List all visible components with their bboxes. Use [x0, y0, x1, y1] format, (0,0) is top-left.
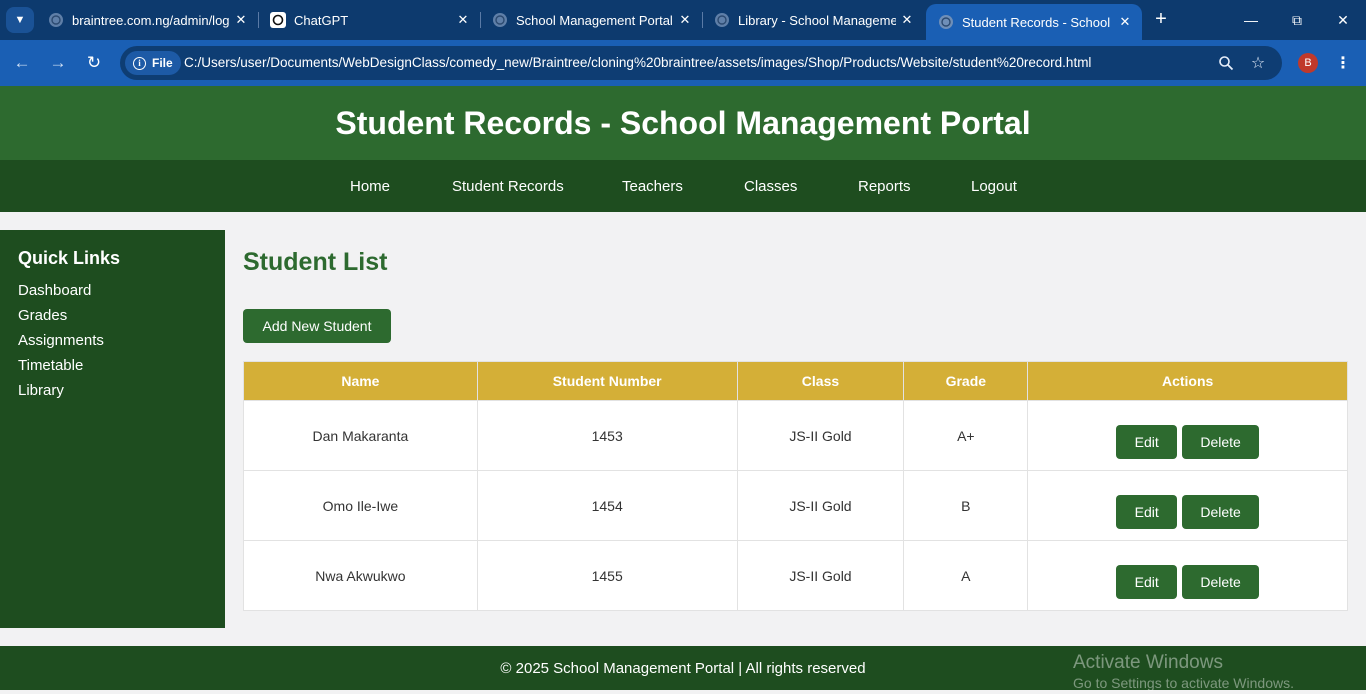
table-header-row: Name Student Number Class Grade Actions [243, 361, 1348, 401]
minimize-icon[interactable]: — [1228, 0, 1274, 40]
close-icon[interactable]: ✕ [452, 12, 474, 28]
chevron-down-icon: ▼ [14, 14, 26, 26]
sidebar-link-assignments[interactable]: Assignments [18, 332, 104, 357]
sidebar-link-grades[interactable]: Grades [18, 307, 104, 332]
close-icon[interactable]: ✕ [1114, 14, 1136, 30]
student-class: JS-II Gold [736, 540, 905, 611]
nav-logout[interactable]: Logout [971, 178, 1017, 195]
tab-title: Student Records - School Ma [962, 14, 1114, 30]
student-number: 1453 [476, 400, 738, 471]
windows-activation-watermark: Activate Windows Go to Settings to activ… [1073, 652, 1294, 692]
edit-button[interactable]: Edit [1116, 494, 1178, 529]
student-grade: A [903, 540, 1029, 611]
student-number: 1455 [476, 540, 738, 611]
column-header-class: Class [736, 361, 905, 401]
window-close-icon[interactable]: ✕ [1320, 0, 1366, 40]
bookmark-star-icon[interactable]: ☆ [1248, 53, 1268, 73]
student-name: Omo Ile-Iwe [243, 470, 478, 541]
sidebar-link-timetable[interactable]: Timetable [18, 357, 104, 382]
nav-teachers[interactable]: Teachers [622, 178, 683, 195]
section-title: Student List [243, 248, 388, 276]
globe-icon [48, 12, 64, 28]
tab-title: braintree.com.ng/admin/log [72, 12, 230, 28]
tab-title: Library - School Managemen [738, 12, 896, 28]
row-actions: Edit Delete [1027, 540, 1348, 611]
browser-tab-strip: ▼ braintree.com.ng/admin/log ✕ ChatGPT ✕… [0, 0, 1366, 40]
column-header-student-number: Student Number [476, 361, 738, 401]
address-bar[interactable]: i File C:/Users/user/Documents/WebDesign… [120, 46, 1282, 80]
watermark-subtitle: Go to Settings to activate Windows. [1073, 674, 1294, 691]
watermark-title: Activate Windows [1073, 652, 1223, 673]
edit-button[interactable]: Edit [1116, 424, 1178, 459]
restore-icon[interactable]: ⧉ [1274, 0, 1320, 40]
sidebar-title: Quick Links [18, 248, 121, 268]
reload-icon[interactable]: ↻ [82, 51, 106, 75]
row-actions: Edit Delete [1027, 400, 1348, 471]
student-class: JS-II Gold [736, 470, 905, 541]
add-student-button[interactable]: Add New Student [243, 309, 391, 343]
student-name: Dan Makaranta [243, 400, 478, 471]
footer-copyright: © 2025 School Management Portal | All ri… [500, 659, 866, 677]
main-nav: Home Student Records Teachers Classes Re… [0, 160, 1366, 212]
browser-tab[interactable]: braintree.com.ng/admin/log ✕ [36, 0, 258, 40]
nav-home[interactable]: Home [350, 178, 390, 195]
zoom-icon[interactable] [1216, 53, 1236, 73]
table-row: Nwa Akwukwo 1455 JS-II Gold A Edit Delet… [243, 540, 1348, 611]
site-info-chip[interactable]: i File [125, 51, 181, 75]
sidebar-link-library[interactable]: Library [18, 382, 104, 407]
browser-tab[interactable]: Library - School Managemen ✕ [702, 0, 924, 40]
delete-button[interactable]: Delete [1182, 564, 1260, 599]
globe-icon [492, 12, 508, 28]
more-menu-icon[interactable]: ⋮ [1334, 52, 1352, 74]
quick-links-list: Dashboard Grades Assignments Timetable L… [18, 282, 104, 407]
page-title: Student Records - School Management Port… [335, 104, 1031, 141]
delete-button[interactable]: Delete [1182, 494, 1260, 529]
info-icon: i [133, 56, 146, 70]
student-number: 1454 [476, 470, 738, 541]
student-grade: A+ [903, 400, 1029, 471]
student-table: Name Student Number Class Grade Actions … [243, 361, 1348, 611]
tab-title: School Management Portal [516, 12, 673, 28]
close-icon[interactable]: ✕ [230, 12, 252, 28]
back-arrow-icon[interactable]: ← [10, 51, 34, 75]
browser-tab[interactable]: School Management Portal ✕ [480, 0, 702, 40]
chatgpt-icon [270, 12, 286, 28]
delete-button[interactable]: Delete [1182, 424, 1260, 459]
nav-student-records[interactable]: Student Records [452, 178, 564, 195]
forward-arrow-icon[interactable]: → [46, 51, 70, 75]
site-info-label: File [152, 56, 173, 70]
table-row: Omo Ile-Iwe 1454 JS-II Gold B Edit Delet… [243, 470, 1348, 541]
globe-icon [714, 12, 730, 28]
avatar[interactable]: B [1298, 53, 1318, 73]
sidebar: Quick Links Dashboard Grades Assignments… [0, 230, 225, 628]
url-text[interactable]: C:/Users/user/Documents/WebDesignClass/c… [184, 55, 1091, 70]
site-header: Student Records - School Management Port… [0, 86, 1366, 160]
globe-icon [938, 14, 954, 30]
tab-search-button[interactable]: ▼ [6, 7, 34, 33]
edit-button[interactable]: Edit [1116, 564, 1178, 599]
student-grade: B [903, 470, 1029, 541]
student-name: Nwa Akwukwo [243, 540, 478, 611]
browser-tab[interactable]: ChatGPT ✕ [258, 0, 480, 40]
column-header-name: Name [243, 361, 478, 401]
nav-reports[interactable]: Reports [858, 178, 911, 195]
browser-toolbar: ← → ↻ i File C:/Users/user/Documents/Web… [0, 40, 1366, 86]
sidebar-link-dashboard[interactable]: Dashboard [18, 282, 104, 307]
student-class: JS-II Gold [736, 400, 905, 471]
column-header-actions: Actions [1027, 361, 1348, 401]
new-tab-button[interactable]: + [1150, 8, 1172, 32]
close-icon[interactable]: ✕ [896, 12, 918, 28]
nav-classes[interactable]: Classes [744, 178, 797, 195]
row-actions: Edit Delete [1027, 470, 1348, 541]
table-row: Dan Makaranta 1453 JS-II Gold A+ Edit De… [243, 400, 1348, 471]
browser-tab-active[interactable]: Student Records - School Ma ✕ [926, 4, 1142, 40]
tab-title: ChatGPT [294, 12, 349, 28]
column-header-grade: Grade [903, 361, 1029, 401]
close-icon[interactable]: ✕ [674, 12, 696, 28]
